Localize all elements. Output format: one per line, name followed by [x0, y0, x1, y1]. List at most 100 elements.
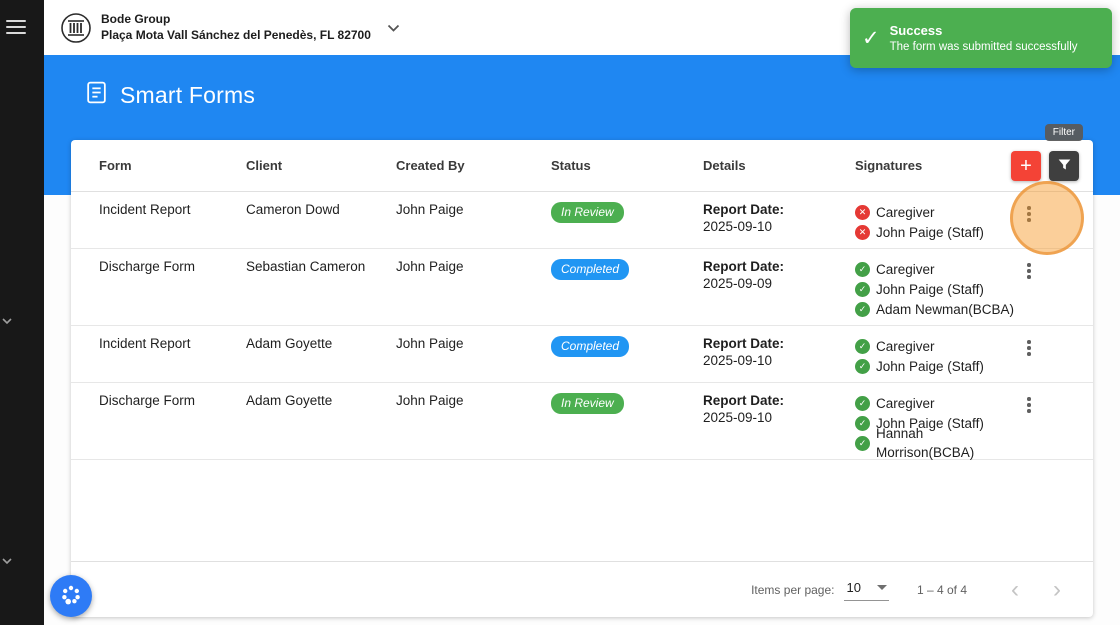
signature-name: Hannah Morrison(BCBA) — [876, 426, 975, 460]
signed-check-icon: ✓ — [855, 338, 870, 354]
pager: ‹ › — [1001, 576, 1071, 604]
select-caret-icon — [876, 585, 887, 590]
cell-form: Discharge Form — [99, 393, 196, 408]
cell-details: Report Date: 2025-09-10 — [703, 200, 855, 234]
sidebar-expand-chevron-icon[interactable] — [1, 312, 15, 325]
company-chevron-down-icon[interactable] — [383, 15, 404, 41]
column-header-form: Form — [99, 158, 132, 173]
row-menu-button[interactable] — [1017, 202, 1041, 226]
signed-check-icon: ✓ — [855, 281, 870, 297]
signature-item: ✕ John Paige (Staff) — [855, 222, 1015, 242]
cell-form: Discharge Form — [99, 259, 196, 274]
cell-client: Sebastian Cameron — [246, 259, 366, 274]
details-label: Report Date: — [703, 202, 785, 217]
sidebar-expand-chevron-icon[interactable] — [1, 552, 15, 565]
filter-funnel-icon — [1057, 157, 1072, 175]
signature-item: ✓ John Paige (Staff) — [855, 356, 1015, 376]
signed-check-icon: ✓ — [855, 358, 870, 374]
signed-check-icon: ✓ — [855, 301, 870, 317]
column-header-client: Client — [246, 158, 283, 173]
company-logo-icon — [60, 12, 92, 44]
table-row: Discharge Form Sebastian Cameron John Pa… — [71, 249, 1093, 326]
cell-form: Incident Report — [99, 202, 191, 217]
unsigned-x-icon: ✕ — [855, 204, 870, 220]
signed-check-icon: ✓ — [855, 435, 870, 451]
signature-item: ✓ Caregiver — [855, 393, 1015, 413]
row-menu-button[interactable] — [1017, 259, 1041, 283]
signature-list: ✓ Caregiver ✓ John Paige (Staff) ✓ Adam Newma… — [855, 257, 1015, 319]
cell-details: Report Date: 2025-09-09 — [703, 257, 855, 291]
items-per-page-select[interactable]: 10 — [844, 578, 889, 601]
table-row: Discharge Form Adam Goyette John Paige I… — [71, 383, 1093, 460]
pagination-range-label: 1 – 4 of 4 — [916, 582, 967, 597]
filter-tooltip: Filter — [1044, 124, 1083, 141]
signed-check-icon: ✓ — [855, 395, 870, 411]
column-header-signatures: Signatures — [855, 158, 923, 173]
cell-client: Adam Goyette — [246, 393, 333, 408]
table-row: Incident Report Cameron Dowd John Paige … — [71, 192, 1093, 249]
row-menu-button[interactable] — [1017, 393, 1041, 417]
signature-item: ✓ Hannah Morrison(BCBA) — [855, 426, 1015, 460]
hamburger-menu-icon[interactable] — [6, 20, 28, 34]
toast-message: The form was submitted successfully — [889, 41, 1078, 53]
previous-page-button[interactable]: ‹ — [1001, 576, 1029, 604]
details-label: Report Date: — [703, 259, 785, 274]
success-toast: ✓ Success The form was submitted success… — [850, 8, 1112, 68]
signature-name: Caregiver — [876, 204, 935, 220]
signed-check-icon: ✓ — [855, 415, 870, 431]
cell-created-by: John Paige — [396, 336, 464, 351]
table-body: Incident Report Cameron Dowd John Paige … — [71, 192, 1093, 460]
theme-palette-button[interactable] — [50, 575, 92, 617]
details-date: 2025-09-10 — [703, 410, 773, 425]
cell-created-by: John Paige — [396, 393, 464, 408]
signature-name: Adam Newman(BCBA) — [876, 301, 1015, 317]
details-date: 2025-09-09 — [703, 276, 773, 291]
signature-list: ✓ Caregiver ✓ John Paige (Staff) ✓ Hannah Mor… — [855, 391, 1015, 460]
filter-button[interactable] — [1049, 151, 1079, 181]
details-date: 2025-09-10 — [703, 219, 773, 234]
sidebar — [0, 0, 44, 625]
row-menu-button[interactable] — [1017, 336, 1041, 360]
next-page-button[interactable]: › — [1043, 576, 1071, 604]
palette-icon — [59, 583, 83, 610]
signature-name: John Paige (Staff) — [876, 281, 984, 297]
column-header-status: Status — [551, 158, 591, 173]
status-badge: In Review — [551, 393, 624, 414]
signature-name: Caregiver — [876, 338, 935, 354]
check-icon: ✓ — [862, 26, 880, 50]
signature-name: Caregiver — [876, 395, 935, 411]
page-title-row: Smart Forms — [84, 80, 255, 110]
cell-client: Adam Goyette — [246, 336, 333, 351]
status-badge: Completed — [551, 259, 630, 280]
signature-item: ✓ Adam Newman(BCBA) — [855, 299, 1015, 319]
items-per-page: Items per page: 10 — [751, 578, 889, 601]
items-per-page-label: Items per page: — [751, 582, 835, 597]
unsigned-x-icon: ✕ — [855, 224, 870, 240]
column-header-details: Details — [703, 158, 746, 173]
table-actions: + — [1011, 151, 1079, 181]
smart-forms-icon — [84, 80, 109, 110]
signed-check-icon: ✓ — [855, 261, 870, 277]
details-label: Report Date: — [703, 393, 785, 408]
details-date: 2025-09-10 — [703, 353, 773, 368]
cell-details: Report Date: 2025-09-10 — [703, 334, 855, 368]
cell-created-by: John Paige — [396, 202, 464, 217]
add-form-button[interactable]: + — [1011, 151, 1041, 181]
cell-details: Report Date: 2025-09-10 — [703, 391, 855, 425]
page-title: Smart Forms — [120, 81, 256, 108]
company-address: Plaça Mota Vall Sánchez del Penedès, FL … — [101, 27, 371, 42]
smart-forms-table-card: Filter Form Client Created By Status Det… — [71, 124, 1093, 617]
cell-created-by: John Paige — [396, 259, 464, 274]
signature-name: Caregiver — [876, 261, 935, 277]
signature-name: John Paige (Staff) — [876, 358, 984, 374]
signature-name: John Paige (Staff) — [876, 224, 984, 240]
signature-item: ✓ Caregiver — [855, 336, 1015, 356]
items-per-page-value: 10 — [846, 580, 861, 595]
status-badge: In Review — [551, 202, 624, 223]
signature-item: ✓ Caregiver — [855, 259, 1015, 279]
table-row: Incident Report Adam Goyette John Paige … — [71, 326, 1093, 383]
cell-form: Incident Report — [99, 336, 191, 351]
cell-client: Cameron Dowd — [246, 202, 340, 217]
signature-list: ✕ Caregiver ✕ John Paige (Staff) — [855, 200, 1015, 242]
table-header-row: Form Client Created By Status Details Si… — [71, 140, 1093, 192]
